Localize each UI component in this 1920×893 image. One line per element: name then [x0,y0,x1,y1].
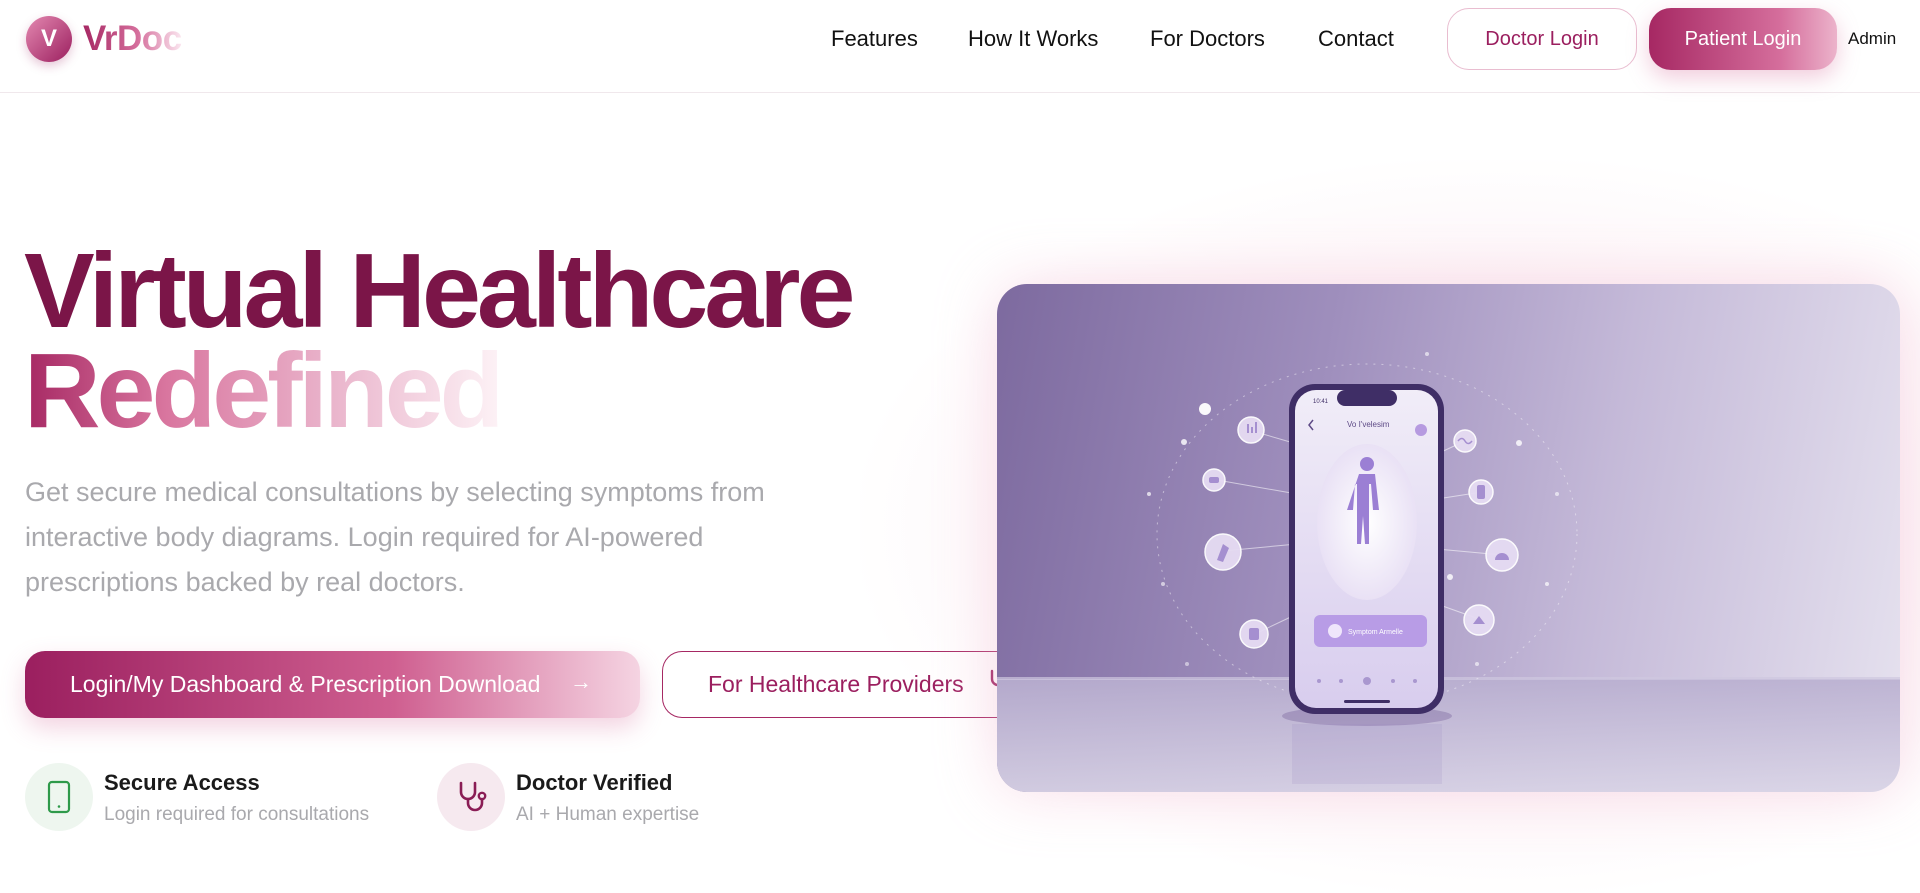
hero-title-line2: Redefined [24,332,504,450]
smartphone-icon [25,763,93,831]
feature-title: Doctor Verified [516,770,673,795]
nav-link-contact[interactable]: Contact [1318,26,1394,52]
dashboard-login-button[interactable]: Login/My Dashboard & Prescription Downlo… [25,651,640,718]
doctor-login-button[interactable]: Doctor Login [1447,8,1637,70]
brand-logo[interactable]: V VrDoc [26,16,182,62]
admin-link[interactable]: Admin [1848,29,1896,49]
hero-phone-illustration: 10:41 Vo I'velesim Symptom Armelle [997,284,1900,792]
logo-mark-icon: V [26,16,72,62]
arrow-right-icon: → [570,669,592,694]
top-navigation-bar: V VrDoc Features How It Works For Doctor… [0,0,1920,93]
hero-title-line1: Virtual Healthcare [24,232,855,350]
nav-link-for-doctors[interactable]: For Doctors [1150,26,1265,52]
nav-link-features[interactable]: Features [831,26,918,52]
feature-title: Secure Access [104,770,260,795]
phone-symptom-button: Symptom Armelle [1348,629,1403,636]
phone-header: Vo I'velesim [1347,420,1390,429]
nav-link-how-it-works[interactable]: How It Works [968,26,1098,52]
phone-time: 10:41 [1313,399,1329,405]
brand-name: VrDoc [83,19,182,58]
feature-secure-access: Secure Access Login required for consult… [25,763,369,831]
stethoscope-icon [437,763,505,831]
hero-description: Get secure medical consultations by sele… [25,477,765,597]
dashboard-login-label: Login/My Dashboard & Prescription Downlo… [70,671,541,697]
feature-subtitle: AI + Human expertise [516,804,700,825]
feature-subtitle: Login required for consultations [104,804,370,825]
patient-login-button[interactable]: Patient Login [1649,8,1837,70]
feature-doctor-verified: Doctor Verified AI + Human expertise [437,763,699,831]
